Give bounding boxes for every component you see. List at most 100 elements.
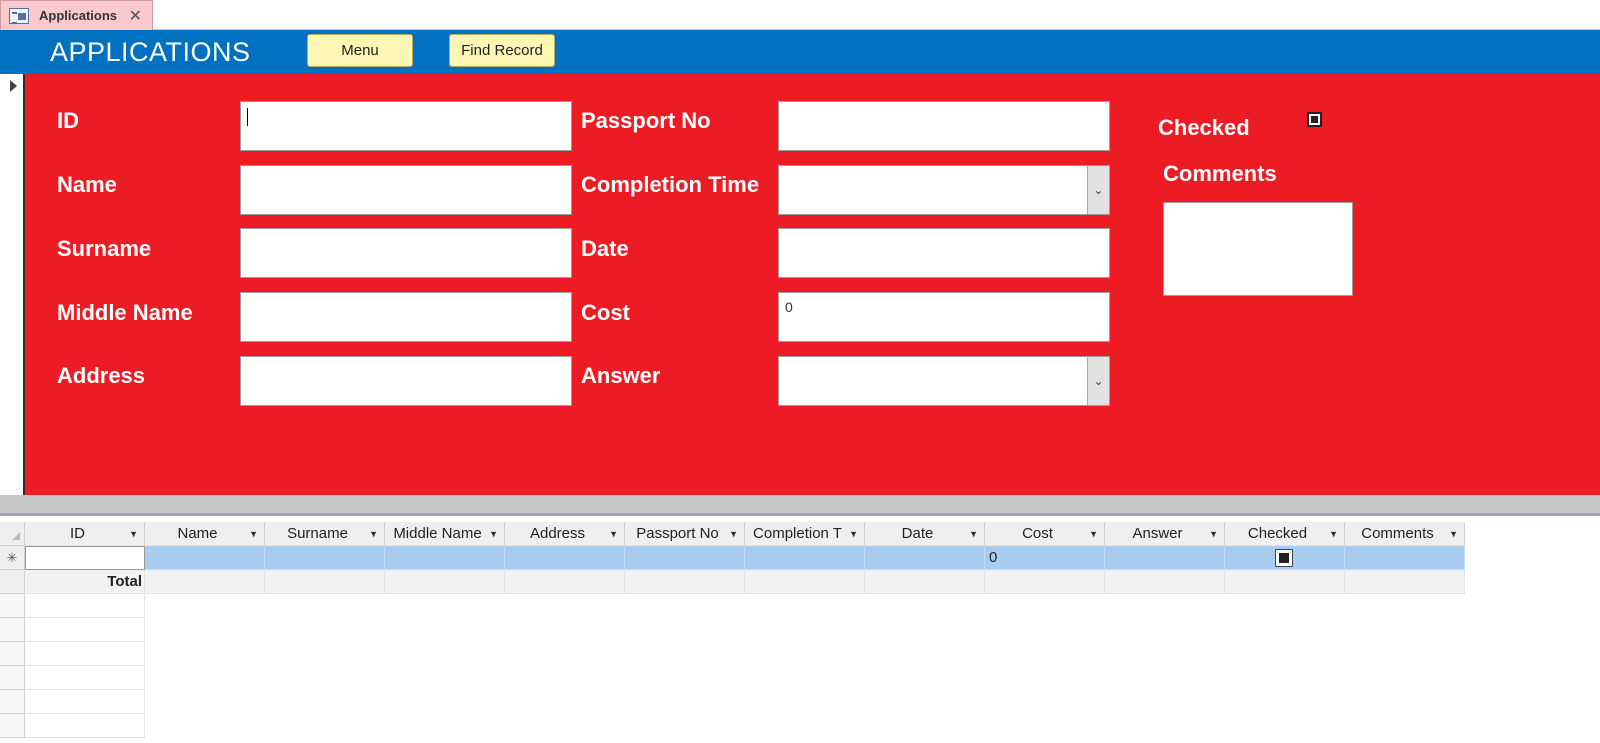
column-header-label: ID [70, 525, 85, 542]
total-cell[interactable] [505, 570, 625, 594]
dropdown-arrow-icon[interactable]: ▼ [849, 522, 858, 545]
address-field[interactable] [240, 356, 572, 406]
total-cell[interactable] [985, 570, 1105, 594]
close-icon[interactable]: ✕ [129, 6, 142, 26]
date-field[interactable] [778, 228, 1110, 278]
checked-checkbox[interactable] [1307, 112, 1322, 127]
empty-cell [25, 714, 145, 738]
new-row-middle-name-cell[interactable] [385, 546, 505, 570]
find-record-button[interactable]: Find Record [449, 34, 555, 67]
new-row-name-cell[interactable] [145, 546, 265, 570]
new-row-completion-time-cell[interactable] [745, 546, 865, 570]
column-header-cost[interactable]: Cost ▼ [985, 522, 1105, 546]
passport-no-label: Passport No [581, 108, 711, 133]
name-field[interactable] [240, 165, 572, 215]
empty-cell [25, 618, 145, 642]
column-header-label: Address [529, 525, 586, 542]
passport-no-field[interactable] [778, 101, 1110, 151]
datasheet: ID ▼ Name ▼ Surname ▼ Middle Name ▼ Address ▼… [0, 522, 1600, 743]
completion-time-combo[interactable]: ⌄ [778, 165, 1110, 215]
surname-field[interactable] [240, 228, 572, 278]
column-header-label: Middle Name [393, 525, 482, 542]
column-header-address[interactable]: Address ▼ [505, 522, 625, 546]
column-header-comments[interactable]: Comments ▼ [1345, 522, 1465, 546]
middle-name-field[interactable] [240, 292, 572, 342]
column-header-label: Comments [1361, 525, 1434, 542]
total-cell[interactable] [865, 570, 985, 594]
dropdown-arrow-icon[interactable]: ▼ [129, 522, 138, 545]
dropdown-arrow-icon[interactable]: ▼ [249, 522, 258, 545]
total-cell[interactable] [1345, 570, 1465, 594]
form-icon [9, 7, 29, 24]
total-cell[interactable] [1225, 570, 1345, 594]
column-header-date[interactable]: Date ▼ [865, 522, 985, 546]
total-cell[interactable] [385, 570, 505, 594]
checked-label: Checked [1158, 115, 1250, 140]
column-header-checked[interactable]: Checked ▼ [1225, 522, 1345, 546]
dropdown-arrow-icon[interactable]: ▼ [729, 522, 738, 545]
datasheet-header-row: ID ▼ Name ▼ Surname ▼ Middle Name ▼ Address ▼… [0, 522, 1465, 546]
column-header-label: Checked [1247, 525, 1308, 542]
dropdown-arrow-icon[interactable]: ▼ [1449, 522, 1458, 545]
empty-row [0, 714, 145, 738]
answer-combo[interactable]: ⌄ [778, 356, 1110, 406]
empty-cell [25, 690, 145, 714]
comments-label: Comments [1163, 161, 1277, 186]
address-label: Address [57, 363, 146, 388]
dropdown-arrow-icon[interactable]: ▼ [489, 522, 498, 545]
menu-button[interactable]: Menu [307, 34, 413, 67]
new-row-address-cell[interactable] [505, 546, 625, 570]
dropdown-arrow-icon[interactable]: ▼ [1209, 522, 1218, 545]
column-header-id[interactable]: ID ▼ [25, 522, 145, 546]
total-cell[interactable] [745, 570, 865, 594]
column-header-label: Answer [1132, 525, 1183, 542]
date-label: Date [581, 236, 629, 261]
record-selector[interactable] [0, 74, 25, 495]
dropdown-arrow-icon[interactable]: ▼ [1089, 522, 1098, 545]
column-header-surname[interactable]: Surname ▼ [265, 522, 385, 546]
dropdown-arrow-icon[interactable]: ▼ [1329, 522, 1338, 545]
chevron-down-icon[interactable]: ⌄ [1087, 357, 1109, 405]
id-field[interactable] [240, 101, 572, 151]
split-form-divider[interactable] [0, 495, 1600, 516]
new-record-row[interactable]: ✳ 0 [0, 546, 1465, 570]
row-selector[interactable] [0, 570, 25, 594]
middle-name-label: Middle Name [57, 300, 193, 325]
column-header-completion-time[interactable]: Completion T ▼ [745, 522, 865, 546]
total-cell[interactable] [145, 570, 265, 594]
empty-row [0, 690, 145, 714]
empty-row [0, 594, 145, 618]
new-row-cost-cell[interactable]: 0 [985, 546, 1105, 570]
new-row-comments-cell[interactable] [1345, 546, 1465, 570]
new-row-surname-cell[interactable] [265, 546, 385, 570]
row-selector [0, 618, 25, 642]
total-cell[interactable] [1105, 570, 1225, 594]
column-header-answer[interactable]: Answer ▼ [1105, 522, 1225, 546]
comments-field[interactable] [1163, 202, 1353, 296]
new-record-icon[interactable]: ✳ [0, 546, 25, 570]
total-cell[interactable] [265, 570, 385, 594]
total-label: Total [25, 570, 145, 594]
column-header-passport-no[interactable]: Passport No ▼ [625, 522, 745, 546]
dropdown-arrow-icon[interactable]: ▼ [369, 522, 378, 545]
dropdown-arrow-icon[interactable]: ▼ [969, 522, 978, 545]
chevron-down-icon[interactable]: ⌄ [1087, 166, 1109, 214]
new-row-checked-cell[interactable] [1225, 546, 1345, 570]
tab-applications[interactable]: Applications ✕ [0, 0, 153, 30]
checked-checkbox[interactable] [1274, 549, 1293, 567]
form-detail: ID Name Surname Middle Name Address Pass… [25, 74, 1600, 495]
new-row-answer-cell[interactable] [1105, 546, 1225, 570]
select-all-icon [12, 532, 20, 540]
document-tab-bar: Applications ✕ [0, 0, 1600, 30]
select-all-corner[interactable] [0, 522, 25, 546]
new-row-id-cell[interactable] [25, 546, 145, 570]
new-row-passport-no-cell[interactable] [625, 546, 745, 570]
column-header-name[interactable]: Name ▼ [145, 522, 265, 546]
cost-field[interactable]: 0 [778, 292, 1110, 342]
column-header-middle-name[interactable]: Middle Name ▼ [385, 522, 505, 546]
completion-time-label: Completion Time [581, 172, 760, 197]
total-cell[interactable] [625, 570, 745, 594]
new-row-date-cell[interactable] [865, 546, 985, 570]
dropdown-arrow-icon[interactable]: ▼ [609, 522, 618, 545]
row-selector [0, 594, 25, 618]
